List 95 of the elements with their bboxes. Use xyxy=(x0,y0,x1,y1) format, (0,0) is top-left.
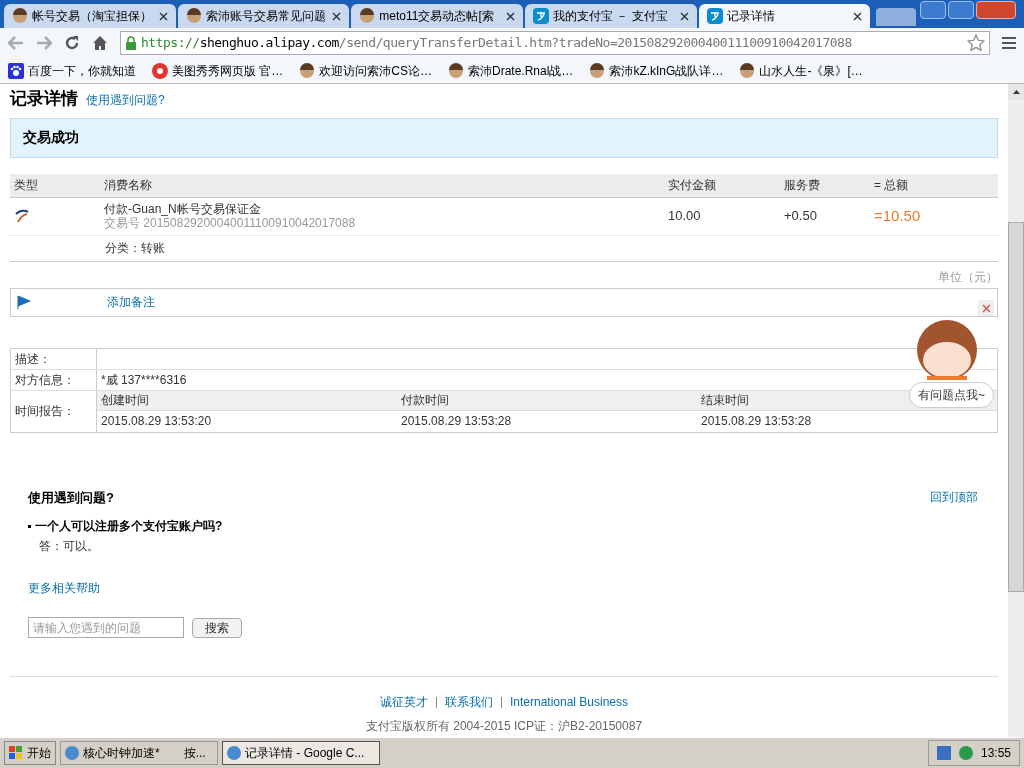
service-fee: +0.50 xyxy=(784,207,818,226)
help-title: 使用遇到问题? xyxy=(28,488,114,507)
url-text: https://shenghuo.alipay.com/send/queryTransferDetail.htm?tradeNo=20150829200040011100910042017088 xyxy=(141,34,852,53)
faq-question: 一个人可以注册多个支付宝账户吗? xyxy=(35,518,223,535)
column-header: = 总额 xyxy=(874,177,910,194)
paid-amount: 10.00 xyxy=(668,207,702,226)
avatar-icon xyxy=(359,8,376,24)
close-icon[interactable] xyxy=(505,11,515,21)
reload-icon[interactable] xyxy=(64,35,80,51)
item-name: 付款-Guan_N帐号交易保证金 xyxy=(104,202,262,216)
forward-icon[interactable] xyxy=(36,36,52,50)
badge-icon xyxy=(152,62,168,79)
lock-icon xyxy=(125,36,137,50)
tray-icon[interactable] xyxy=(936,746,951,760)
total-amount: =10.50 xyxy=(874,205,922,226)
start-button[interactable]: 开始 xyxy=(4,741,56,765)
trade-number: 交易号 20150829200040011100910042017088 xyxy=(104,216,357,230)
browser-tab[interactable]: 帐号交易（淘宝担保） xyxy=(4,4,176,28)
avatar-icon xyxy=(12,8,28,24)
unit-text: 单位（元） xyxy=(938,268,998,282)
address-bar[interactable]: https://shenghuo.alipay.com/send/queryTransferDetail.htm?tradeNo=20150829200040011100910042017088 xyxy=(120,31,990,55)
scrollbar[interactable] xyxy=(1008,84,1024,737)
minimize-button[interactable] xyxy=(920,1,947,19)
taskbar-button[interactable]: 记录详情 - Google C... xyxy=(222,741,380,765)
footer-link[interactable]: International Business xyxy=(509,693,629,711)
browser-tab[interactable]: meto11交易动态帖[索 xyxy=(351,4,523,28)
tab-title: 索沛账号交易常见问题 xyxy=(205,8,327,25)
column-header: 服务费 xyxy=(784,177,821,194)
tab-title: meto11交易动态帖[索 xyxy=(379,8,495,25)
bookmark[interactable]: 索沛kZ.kInG战队详… xyxy=(589,61,724,80)
column-header: 实付金额 xyxy=(668,177,717,194)
bookmark[interactable]: 美图秀秀网页版 官… xyxy=(152,61,284,80)
footer-link[interactable]: 联系我们 xyxy=(444,693,493,711)
browser-tab[interactable]: 索沛账号交易常见问题 xyxy=(177,4,350,28)
close-icon[interactable] xyxy=(853,11,863,21)
avatar-icon xyxy=(448,62,464,79)
add-note-link[interactable]: 添加备注 xyxy=(107,293,155,311)
avatar-icon xyxy=(589,62,606,79)
tab-title: 帐号交易（淘宝担保） xyxy=(32,8,153,25)
bookmark[interactable]: 山水人生-《泉》[… xyxy=(739,61,863,80)
transfer-icon xyxy=(14,208,30,224)
tray-icon[interactable] xyxy=(958,746,973,760)
time-header: 创建时间 xyxy=(101,393,149,407)
app-icon xyxy=(227,746,241,760)
avatar-icon xyxy=(299,62,316,79)
avatar-icon xyxy=(185,8,202,24)
scroll-up-icon[interactable] xyxy=(1012,90,1020,94)
clock: 13:55 xyxy=(980,745,1011,762)
windows-icon xyxy=(9,746,23,760)
time-header: 付款时间 xyxy=(401,393,449,407)
search-field[interactable]: 请输入您遇到的问题 xyxy=(28,617,184,638)
alipay-icon xyxy=(706,8,723,24)
faq-answer: 答：可以。 xyxy=(39,539,99,553)
copyright-text: 支付宝版权所有 2004-2015 ICP证：沪B2-20150087 xyxy=(365,718,643,735)
close-window-button[interactable] xyxy=(976,1,1017,19)
paw-icon xyxy=(8,62,24,79)
party-info: *威 137****6316 xyxy=(100,371,188,389)
category-text: 分类：转账 xyxy=(105,240,165,257)
status-banner: 交易成功 xyxy=(10,117,998,158)
party-label: 对方信息： xyxy=(11,369,97,390)
back-icon[interactable] xyxy=(8,36,24,50)
close-icon[interactable] xyxy=(332,11,342,21)
close-icon[interactable] xyxy=(679,11,689,21)
back-to-top-link[interactable]: 回到顶部 xyxy=(930,488,978,507)
description-label: 描述： xyxy=(11,348,97,369)
column-header: 消费名称 xyxy=(104,177,153,194)
search-button[interactable]: 搜索 xyxy=(192,617,242,638)
time-value: 2015.08.29 13:53:28 xyxy=(701,413,812,428)
column-header: 类型 xyxy=(14,177,39,194)
avatar-icon xyxy=(739,62,756,79)
help-link[interactable]: 使用遇到问题? xyxy=(86,91,165,109)
close-icon[interactable] xyxy=(158,11,168,21)
flag-icon xyxy=(17,295,31,309)
alipay-icon xyxy=(532,8,549,24)
more-help-link[interactable]: 更多相关帮助 xyxy=(28,581,100,595)
home-icon[interactable] xyxy=(92,35,108,51)
tab-title: 记录详情 xyxy=(726,8,776,25)
bookmark[interactable]: 百度一下，你就知道 xyxy=(8,61,136,80)
app-icon xyxy=(65,746,79,760)
restore-button[interactable] xyxy=(948,1,975,19)
taskbar-button[interactable]: 核心时钟加速* 按... xyxy=(60,741,218,765)
help-bubble[interactable]: 有问题点我~ xyxy=(909,382,994,408)
page-title: 记录详情 xyxy=(10,88,78,110)
time-value: 2015.08.29 13:53:20 xyxy=(101,413,212,428)
bookmark[interactable]: 索沛Drate.Rnal战… xyxy=(448,61,574,80)
star-icon[interactable] xyxy=(967,34,985,52)
footer-link[interactable]: 诚征英才 xyxy=(379,693,428,711)
time-value: 2015.08.29 13:53:28 xyxy=(401,413,512,428)
browser-tab[interactable]: 我的支付宝 － 支付宝 xyxy=(524,4,697,28)
browser-tab[interactable]: 记录详情 xyxy=(698,4,871,28)
tab-title: 我的支付宝 － 支付宝 xyxy=(552,8,669,25)
bookmark[interactable]: 欢迎访问索沛CS论… xyxy=(299,61,432,80)
menu-icon[interactable] xyxy=(1002,37,1016,49)
time-header: 结束时间 xyxy=(701,393,749,407)
new-tab-button[interactable] xyxy=(876,8,917,26)
